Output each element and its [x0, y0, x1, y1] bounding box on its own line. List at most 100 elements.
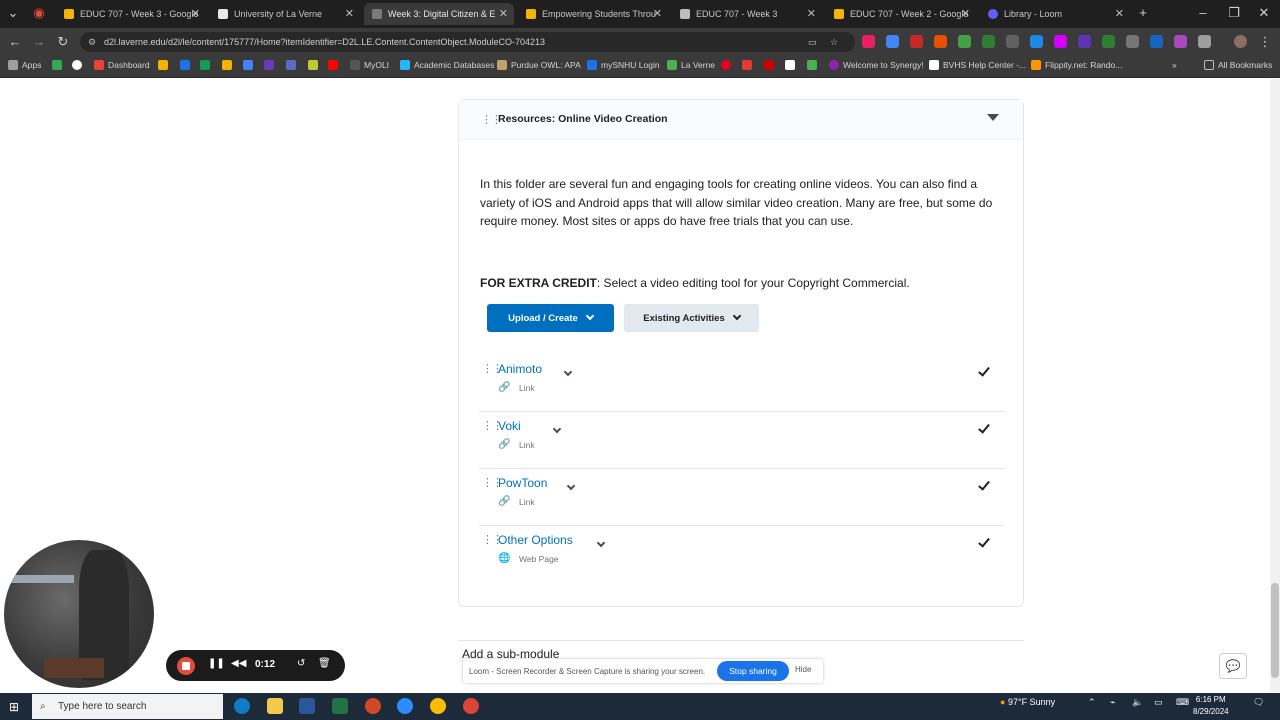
trash-icon[interactable]: 🗑	[318, 658, 331, 669]
bookmark-icon-1[interactable]	[158, 60, 172, 70]
forward-icon[interactable]: →	[30, 33, 48, 51]
browser-menu-icon[interactable]: ⋮	[1256, 33, 1274, 51]
drag-handle-icon[interactable]: ⋮⋮	[482, 420, 503, 432]
extension-icon[interactable]	[1150, 35, 1163, 48]
bookmarks-overflow-icon[interactable]: »	[1172, 60, 1177, 70]
scrollbar-thumb[interactable]	[1271, 583, 1279, 678]
item-title-link[interactable]: PowToon	[498, 476, 547, 490]
profile-avatar[interactable]	[1234, 35, 1247, 48]
tab-library-loom[interactable]: Library - Loom ✕	[980, 3, 1130, 25]
bookmark-synergy[interactable]: Welcome to Synergy!	[829, 60, 924, 70]
bookmark-icon-12[interactable]	[807, 60, 821, 70]
item-title-link[interactable]: Voki	[498, 419, 521, 433]
bookmark-icon-7[interactable]	[286, 60, 300, 70]
webcam-bubble[interactable]	[4, 540, 154, 688]
bookmark-icon-11[interactable]	[785, 60, 799, 70]
bookmark-dashboard[interactable]: Dashboard	[94, 60, 150, 70]
tab-educ707-week2-doc[interactable]: EDUC 707 - Week 2 - Google ✕	[826, 3, 976, 25]
close-tab-icon[interactable]: ✕	[807, 7, 816, 20]
windows-start-icon[interactable]: ⊞	[9, 700, 19, 714]
chrome-icon[interactable]	[430, 698, 446, 714]
extension-icon[interactable]	[958, 35, 971, 48]
reload-icon[interactable]: ↻	[54, 33, 72, 51]
close-tab-icon[interactable]: ✕	[345, 7, 354, 20]
existing-activities-button[interactable]: Existing Activities	[624, 304, 759, 332]
drag-handle-icon[interactable]: ⋮⋮	[482, 363, 503, 375]
bookmark-purdue-owl[interactable]: Purdue OWL: APA	[497, 60, 581, 70]
file-explorer-icon[interactable]	[267, 698, 283, 714]
bookmark-icon-8[interactable]	[308, 60, 322, 70]
volume-icon[interactable]: 🔈	[1132, 697, 1143, 708]
tab-search-icon[interactable]: ⌄	[4, 4, 22, 22]
keyboard-icon[interactable]: ⌨	[1176, 697, 1189, 708]
address-bar[interactable]: ⚙ d2l.laverne.edu/d2l/le/content/175777/…	[80, 32, 855, 52]
network-icon[interactable]: ⌁	[1110, 697, 1115, 708]
taskbar-search-input[interactable]: ⌕ Type here to search	[32, 694, 223, 719]
extensions-puzzle-icon[interactable]	[1198, 35, 1211, 48]
bookmark-all-bookmarks[interactable]: All Bookmarks	[1204, 60, 1272, 70]
extension-icon[interactable]	[1102, 35, 1115, 48]
close-tab-icon[interactable]: ✕	[499, 7, 508, 20]
bookmark-icon-5[interactable]	[243, 60, 257, 70]
bookmark-icon-2[interactable]	[180, 60, 194, 70]
site-info-icon[interactable]: ⚙	[88, 32, 96, 52]
notifications-icon[interactable]: 🗨	[1253, 697, 1264, 708]
edge-icon[interactable]	[234, 698, 250, 714]
taskbar-clock[interactable]: 6:16 PM 8/29/2024	[1193, 694, 1229, 718]
extension-icon[interactable]	[934, 35, 947, 48]
extension-icon[interactable]	[1078, 35, 1091, 48]
bookmark-icon-4[interactable]	[222, 60, 236, 70]
stop-recording-icon[interactable]	[177, 657, 195, 675]
excel-icon[interactable]	[332, 698, 348, 714]
bookmark-google[interactable]	[72, 60, 86, 70]
new-tab-icon[interactable]: +	[1134, 4, 1152, 22]
extension-icon[interactable]	[1006, 35, 1019, 48]
extension-icon[interactable]	[886, 35, 899, 48]
rewind-icon[interactable]: ◀◀	[231, 658, 246, 669]
stop-sharing-button[interactable]: Stop sharing	[717, 661, 789, 681]
bookmark-myoli[interactable]: MyOLI	[350, 60, 389, 70]
bookmark-bvhs-help[interactable]: BVHS Help Center -...	[929, 60, 1026, 70]
restart-icon[interactable]: ↺	[297, 658, 305, 669]
collapse-caret-icon[interactable]	[987, 114, 999, 121]
bookmark-star-icon[interactable]: ☆	[830, 32, 838, 52]
drag-handle-icon[interactable]: ⋮⋮	[481, 114, 502, 126]
extension-icon[interactable]	[1054, 35, 1067, 48]
drag-handle-icon[interactable]: ⋮⋮	[482, 477, 503, 489]
item-title-link[interactable]: Animoto	[498, 362, 542, 376]
bookmark-icon-10[interactable]	[764, 60, 778, 70]
close-tab-icon[interactable]: ✕	[961, 7, 970, 20]
weather-widget[interactable]: ● 97°F Sunny	[1000, 697, 1055, 707]
tab-university-la-verne[interactable]: University of La Verne ✕	[210, 3, 360, 25]
bookmark-mysnhu[interactable]: mySNHU Login	[587, 60, 660, 70]
bookmark-icon-9[interactable]	[742, 60, 756, 70]
chevron-down-icon[interactable]	[552, 424, 562, 434]
extension-icon[interactable]	[1174, 35, 1187, 48]
bookmark-apps[interactable]: Apps	[8, 60, 41, 70]
bookmark-icon-6[interactable]	[264, 60, 278, 70]
extension-icon[interactable]	[1030, 35, 1043, 48]
bookmark-youtube[interactable]	[328, 60, 342, 70]
chevron-down-icon[interactable]	[563, 367, 573, 377]
close-tab-icon[interactable]: ✕	[653, 7, 662, 20]
chevron-down-icon[interactable]	[596, 538, 606, 548]
minimize-icon[interactable]: –	[1194, 4, 1212, 22]
tab-educ707-week3-doc[interactable]: EDUC 707 - Week 3 - Google ✕	[56, 3, 206, 25]
powerpoint-icon[interactable]	[365, 698, 381, 714]
extension-icon[interactable]	[982, 35, 995, 48]
bookmark-pinterest[interactable]	[721, 60, 735, 70]
tab-empowering-students[interactable]: Empowering Students Throu ✕	[518, 3, 668, 25]
zoom-icon[interactable]	[397, 698, 413, 714]
word-icon[interactable]	[299, 698, 315, 714]
module-header[interactable]: ⋮⋮ Resources: Online Video Creation	[459, 100, 1023, 140]
tab-week3-digital-citizen[interactable]: Week 3: Digital Citizen & E ✕	[364, 3, 514, 25]
tab-educ707-week3[interactable]: EDUC 707 - Week 3 ✕	[672, 3, 822, 25]
restore-icon[interactable]: ❐	[1225, 4, 1243, 22]
bookmark-academic-databases[interactable]: Academic Databases	[400, 60, 494, 70]
chrome-active-icon[interactable]	[463, 698, 479, 714]
chat-icon[interactable]: 💬	[1219, 653, 1247, 679]
item-title-link[interactable]: Other Options	[498, 533, 573, 547]
bookmark-icon-3[interactable]	[200, 60, 214, 70]
close-tab-icon[interactable]: ✕	[191, 7, 200, 20]
cast-icon[interactable]: ▭	[808, 32, 817, 52]
